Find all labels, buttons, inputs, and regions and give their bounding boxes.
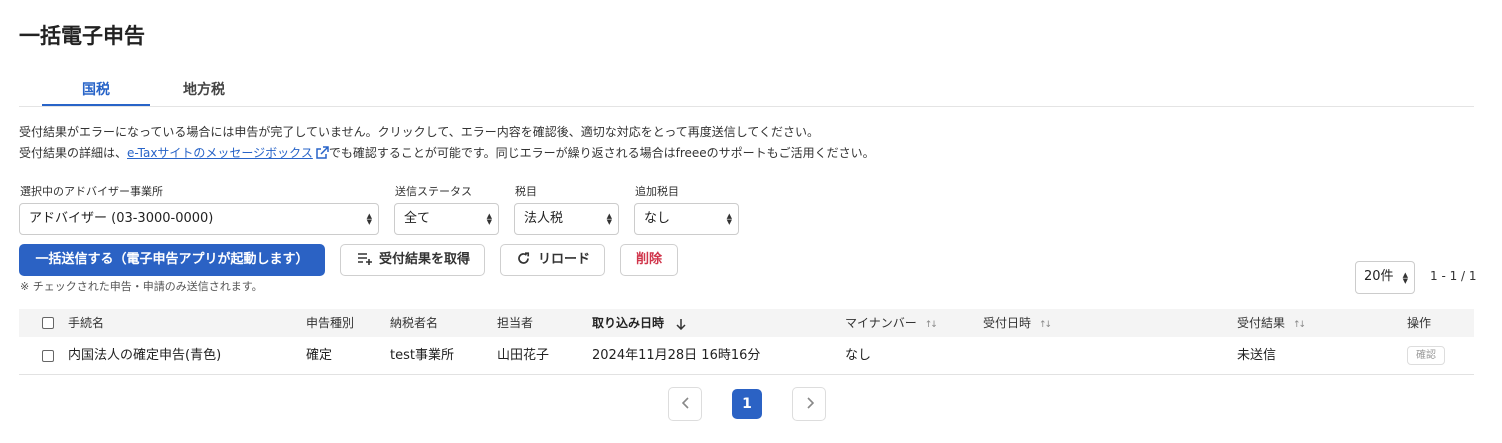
tax-item-label: 税目 <box>515 185 537 198</box>
send-status-select[interactable]: 全て ▲ ▼ <box>394 203 499 235</box>
cell-my-number: なし <box>845 348 872 363</box>
chevron-left-icon <box>681 389 690 421</box>
advisor-select[interactable]: アドバイザー (03-3000-0000) ▲ ▼ <box>19 203 379 235</box>
cell-imported-at: 2024年11月28日 16時16分 <box>592 348 761 363</box>
tab-local-tax[interactable]: 地方税 <box>150 78 258 106</box>
tax-tabs: 国税 地方税 <box>19 78 1474 107</box>
header-imported-at-label: 取り込み日時 <box>592 316 665 330</box>
header-operation: 操作 <box>1407 316 1432 330</box>
etax-message-box-link[interactable]: e-Taxサイトのメッセージボックス <box>127 146 313 160</box>
page-title: 一括電子申告 <box>19 24 145 48</box>
row-checkbox[interactable] <box>42 350 54 362</box>
header-my-number[interactable]: マイナンバー ↑↓ <box>845 309 938 339</box>
prev-page-button[interactable] <box>668 387 702 421</box>
delete-button[interactable]: 削除 <box>620 244 678 276</box>
select-all-checkbox[interactable] <box>42 317 54 329</box>
description-suffix: でも確認することが可能です。同じエラーが繰り返される場合はfreeeのサポートも… <box>328 146 875 160</box>
header-type: 申告種別 <box>306 316 355 330</box>
cell-procedure: 内国法人の確定申告(青色) <box>68 348 222 363</box>
header-received-at[interactable]: 受付日時 ↑↓ <box>983 309 1052 339</box>
page-1-button[interactable]: 1 <box>732 389 762 419</box>
description-line-1: 受付結果がエラーになっている場合には申告が完了していません。クリックして、エラー… <box>19 125 820 139</box>
send-status-value: 全て <box>404 211 431 226</box>
fetch-results-label: 受付結果を取得 <box>378 252 470 267</box>
table-header: 手続名 申告種別 納税者名 担当者 取り込み日時 マイナンバー ↑↓ 受付日時 ↑↓… <box>19 309 1474 337</box>
additional-tax-value: なし <box>644 211 671 226</box>
additional-tax-select[interactable]: なし ▲ ▼ <box>634 203 739 235</box>
reload-label: リロード <box>537 252 590 267</box>
external-link-icon[interactable] <box>315 146 329 167</box>
description-prefix: 受付結果の詳細は、 <box>19 146 128 160</box>
refresh-icon <box>517 247 530 277</box>
table-row: 内国法人の確定申告(青色) 確定 test事業所 山田花子 2024年11月28… <box>19 337 1474 375</box>
cell-type: 確定 <box>306 348 333 363</box>
sort-icon[interactable]: ↑↓ <box>1293 320 1306 330</box>
send-note: ※ チェックされた申告・申請のみ送信されます。 <box>20 280 263 293</box>
cell-assignee: 山田花子 <box>497 348 550 363</box>
select-arrows-icon: ▲ ▼ <box>366 212 372 226</box>
header-imported-at[interactable]: 取り込み日時 <box>592 309 686 340</box>
description: 受付結果がエラーになっている場合には申告が完了していません。クリックして、エラー… <box>19 122 875 167</box>
sort-desc-icon[interactable] <box>676 312 686 340</box>
advisor-select-value: アドバイザー (03-3000-0000) <box>29 211 214 226</box>
chevron-right-icon <box>806 389 815 421</box>
header-my-number-label: マイナンバー <box>845 316 917 330</box>
etax-link-text: e-Taxサイトのメッセージボックス <box>127 146 313 160</box>
reload-button[interactable]: リロード <box>500 244 605 276</box>
header-procedure: 手続名 <box>68 316 105 330</box>
per-page-value: 20件 <box>1364 269 1394 284</box>
confirm-button[interactable]: 確認 <box>1407 346 1445 365</box>
header-assignee: 担当者 <box>497 316 534 330</box>
sort-icon[interactable]: ↑↓ <box>1039 320 1052 330</box>
select-arrows-icon: ▲ ▼ <box>486 212 492 226</box>
send-status-label: 送信ステータス <box>395 185 472 198</box>
next-page-button[interactable] <box>792 387 826 421</box>
per-page-select[interactable]: 20件 ▲ ▼ <box>1355 261 1415 294</box>
select-arrows-icon: ▲ ▼ <box>726 212 732 226</box>
additional-tax-label: 追加税目 <box>635 185 679 198</box>
bulk-send-button[interactable]: 一括送信する（電子申告アプリが起動します） <box>19 244 325 276</box>
fetch-results-button[interactable]: 受付結果を取得 <box>340 244 485 276</box>
header-result[interactable]: 受付結果 ↑↓ <box>1237 309 1306 339</box>
tax-item-select[interactable]: 法人税 ▲ ▼ <box>514 203 619 235</box>
result-range: 1 - 1 / 1 <box>1430 269 1477 283</box>
tax-item-value: 法人税 <box>524 211 564 226</box>
list-add-icon <box>357 247 373 277</box>
select-arrows-icon: ▲ ▼ <box>1402 271 1408 285</box>
select-arrows-icon: ▲ ▼ <box>606 212 612 226</box>
header-result-label: 受付結果 <box>1237 316 1286 330</box>
sort-icon[interactable]: ↑↓ <box>925 320 938 330</box>
description-line-2: 受付結果の詳細は、e-Taxサイトのメッセージボックス でも確認することが可能です… <box>19 143 875 167</box>
cell-result: 未送信 <box>1237 348 1277 363</box>
tab-national-tax[interactable]: 国税 <box>42 78 150 106</box>
header-taxpayer: 納税者名 <box>390 316 439 330</box>
advisor-label: 選択中のアドバイザー事業所 <box>20 185 163 198</box>
header-received-at-label: 受付日時 <box>983 316 1032 330</box>
cell-taxpayer: test事業所 <box>390 348 454 363</box>
